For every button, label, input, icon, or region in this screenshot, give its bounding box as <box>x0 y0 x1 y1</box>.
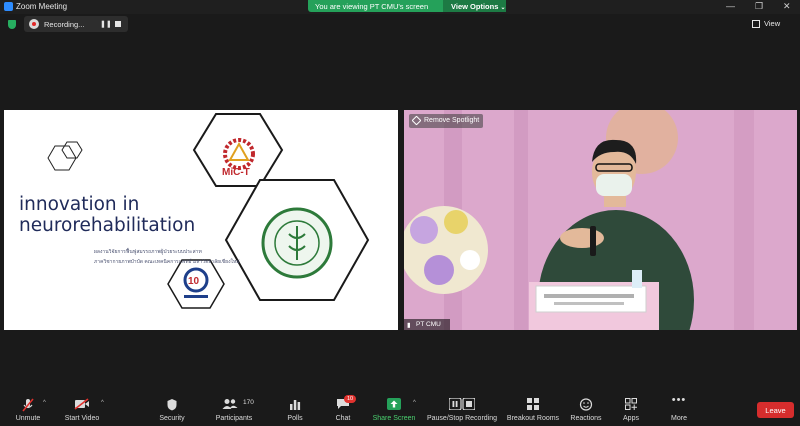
remove-spotlight-button[interactable]: Remove Spotlight <box>409 114 483 128</box>
more-label: More <box>671 415 687 422</box>
mic-t-logo-text: MiC-T <box>222 167 250 178</box>
anniversary-caption <box>184 295 208 298</box>
bar-chart-icon <box>290 400 301 410</box>
leave-button[interactable]: Leave <box>757 402 794 418</box>
apps-icon <box>625 398 637 410</box>
speaker-hands <box>560 228 604 248</box>
pin-icon <box>411 115 422 126</box>
view-options-button[interactable]: View Options ⌄ <box>443 0 506 12</box>
share-options-caret[interactable]: ^ <box>413 400 416 406</box>
view-button-label: View <box>764 19 781 28</box>
polls-label: Polls <box>287 415 303 422</box>
water-bottle <box>632 270 642 288</box>
recording-label: Recording... <box>44 20 85 29</box>
video-scene <box>404 110 797 330</box>
curtain-fold-2 <box>514 110 528 330</box>
polls-button[interactable]: Polls <box>280 392 310 426</box>
participant-name-tag: ▮ PT CMU <box>404 319 450 330</box>
pause-icon[interactable]: ❚❚ <box>100 20 112 28</box>
start-video-label: Start Video <box>64 415 100 422</box>
participants-label: Participants <box>215 415 253 422</box>
view-options-label: View Options <box>451 2 499 11</box>
recording-indicator: Recording... ❚❚ <box>24 16 128 32</box>
share-screen-label: Share Screen <box>372 415 416 422</box>
microphone-muted-icon <box>22 398 34 412</box>
share-screen-button[interactable]: Share Screen <box>370 392 418 426</box>
face-mask <box>596 174 632 196</box>
window-title: Zoom Meeting <box>16 2 68 11</box>
slide-subtitle-line-2: ภาควิชากายภาพบำบัด คณะเทคนิคการแพทย์ มหา… <box>94 259 240 265</box>
hexagon-outline-small-2 <box>61 141 83 159</box>
video-options-caret[interactable]: ^ <box>101 400 104 406</box>
minimize-icon[interactable]: — <box>726 1 735 11</box>
share-screen-icon <box>387 398 401 410</box>
ellipsis-icon: ••• <box>671 394 687 406</box>
participant-name: PT CMU <box>416 321 441 328</box>
screen-share-banner: You are viewing PT CMU's screen View Opt… <box>308 0 506 12</box>
reactions-label: Reactions <box>570 415 602 422</box>
anniversary-number: 10 <box>188 276 200 287</box>
participants-button[interactable]: 170 Participants <box>210 392 258 426</box>
viewing-screen-message: You are viewing PT CMU's screen <box>315 2 429 11</box>
security-button[interactable]: Security <box>154 392 190 426</box>
close-icon[interactable]: ✕ <box>783 1 791 12</box>
unmute-button[interactable]: Unmute <box>8 392 48 426</box>
curtain-fold-3 <box>734 110 754 330</box>
grid-icon <box>752 20 760 28</box>
apps-button[interactable]: Apps <box>616 392 646 426</box>
pause-stop-icon <box>449 398 475 410</box>
participants-icon <box>222 399 238 409</box>
breakout-rooms-label: Breakout Rooms <box>506 415 560 422</box>
view-button[interactable]: View <box>752 18 796 30</box>
pause-stop-recording-label: Pause/Stop Recording <box>426 415 498 422</box>
slide-subtitle-line-1: ผลงานวิจัยการฟื้นฟูสมรรถภาพผู้ป่วยระบบปร… <box>94 249 202 255</box>
slide-title-line-2: neurorehabilitation <box>19 215 196 236</box>
chat-unread-badge: 10 <box>344 395 356 403</box>
remove-spotlight-label: Remove Spotlight <box>424 117 480 124</box>
pause-stop-recording-button[interactable]: Pause/Stop Recording <box>425 392 499 426</box>
smiley-icon <box>579 398 593 411</box>
chat-button[interactable]: 10 Chat <box>328 392 358 426</box>
speaker-video[interactable] <box>404 110 797 330</box>
security-label: Security <box>159 415 185 422</box>
meeting-toolbar: Unmute ^ Start Video ^ Security 170 Part… <box>0 392 800 426</box>
unmute-label: Unmute <box>15 415 41 422</box>
podium-sign <box>535 285 647 313</box>
breakout-rooms-icon <box>527 398 539 410</box>
breakout-rooms-button[interactable]: Breakout Rooms <box>503 392 563 426</box>
participants-count: 170 <box>243 399 254 406</box>
chat-label: Chat <box>335 415 351 422</box>
more-button[interactable]: ••• More <box>664 392 694 426</box>
chevron-down-icon: ⌄ <box>500 5 506 11</box>
shield-icon[interactable] <box>8 20 16 29</box>
reactions-button[interactable]: Reactions <box>566 392 606 426</box>
record-icon <box>29 19 39 29</box>
audio-options-caret[interactable]: ^ <box>43 400 46 406</box>
shared-slide: 10 innovation in neurorehabilitation ผลง… <box>4 110 398 330</box>
video-off-icon <box>74 398 89 410</box>
maximize-icon[interactable]: ❐ <box>755 1 763 12</box>
signal-bars-icon: ▮ <box>407 322 411 329</box>
microphone-icon <box>590 226 596 256</box>
apps-label: Apps <box>623 415 639 422</box>
stop-icon[interactable] <box>115 21 121 27</box>
shield-icon <box>167 399 177 411</box>
zoom-app-icon <box>4 2 13 11</box>
slide-title-line-1: innovation in <box>19 194 140 215</box>
start-video-button[interactable]: Start Video <box>58 392 106 426</box>
